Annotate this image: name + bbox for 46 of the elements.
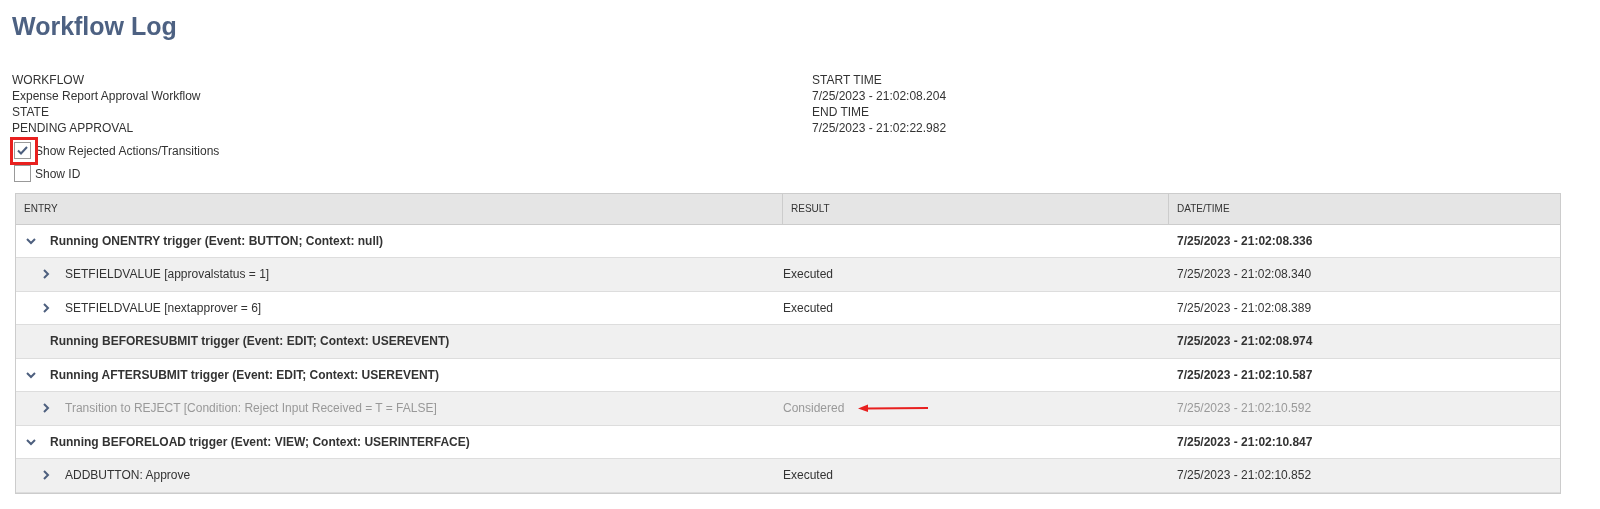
table-row[interactable]: Running BEFORESUBMIT trigger (Event: EDIT; Context: USEREVENT) 7/25/2023 - 21:02:08.974 [16,325,1560,359]
datetime-text: 7/25/2023 - 21:02:10.592 [1177,401,1312,416]
chevron-down-icon[interactable] [26,436,36,447]
datetime-text: 7/25/2023 - 21:02:08.340 [1177,267,1312,282]
entry-text: Running BEFORELOAD trigger (Event: VIEW; Context: USERINTERFACE) [50,433,470,451]
datetime-text: 7/25/2023 - 21:02:10.852 [1177,468,1312,483]
chevron-right-icon[interactable] [41,302,51,313]
datetime-text: 7/25/2023 - 21:02:08.389 [1177,300,1312,315]
result-text: Executed [783,266,834,284]
checkbox[interactable] [14,142,31,159]
field-label: STATE [12,103,49,120]
datetime-text: 7/25/2023 - 21:02:08.336 [1177,233,1313,248]
field-value: Expense Report Approval Workflow [12,87,201,104]
chevron-down-icon[interactable] [26,235,36,246]
entry-text: Running ONENTRY trigger (Event: BUTTON; Context: null) [50,232,384,250]
result-text: Considered [783,400,845,418]
datetime-text: 7/25/2023 - 21:02:10.847 [1177,434,1313,449]
entry-text: ADDBUTTON: Approve [65,467,191,485]
table-row[interactable]: ADDBUTTON: Approve Executed 7/25/2023 - 21:02:10.852 [16,459,1560,493]
entry-text: SETFIELDVALUE [approvalstatus = 1] [65,266,270,284]
field-label: END TIME [812,103,870,120]
checkbox-label[interactable]: Show ID [35,164,81,183]
field-value: 7/25/2023 - 21:02:22.982 [812,119,947,136]
checkbox[interactable] [14,165,31,182]
page-title: Workflow Log [12,11,177,42]
checkmark-icon [17,146,28,155]
entry-text: Running AFTERSUBMIT trigger (Event: EDIT; Context: USEREVENT) [50,366,439,384]
chevron-down-icon[interactable] [26,369,36,380]
field-label: START TIME [812,71,882,88]
result-text: Executed [783,467,834,485]
field-value: 7/25/2023 - 21:02:08.204 [812,87,947,104]
chevron-right-icon[interactable] [41,403,51,414]
column-header[interactable]: DATE/TIME [1177,201,1230,216]
chevron-right-icon[interactable] [41,470,51,481]
column-header[interactable]: RESULT [791,201,830,216]
entry-text: Running BEFORESUBMIT trigger (Event: EDIT; Context: USEREVENT) [50,333,450,351]
datetime-text: 7/25/2023 - 21:02:08.974 [1177,334,1313,349]
field-value: PENDING APPROVAL [12,119,134,136]
result-text: Executed [783,299,834,317]
table-row[interactable]: SETFIELDVALUE [approvalstatus = 1] Executed 7/25/2023 - 21:02:08.340 [16,258,1560,292]
entry-text: SETFIELDVALUE [nextapprover = 6] [65,299,262,317]
datetime-text: 7/25/2023 - 21:02:10.587 [1177,367,1313,382]
column-header[interactable]: ENTRY [24,201,58,216]
chevron-right-icon[interactable] [41,269,51,280]
entry-text: Transition to REJECT [Condition: Reject Input Received = T = FALSE] [65,400,437,418]
field-label: WORKFLOW [12,71,84,88]
